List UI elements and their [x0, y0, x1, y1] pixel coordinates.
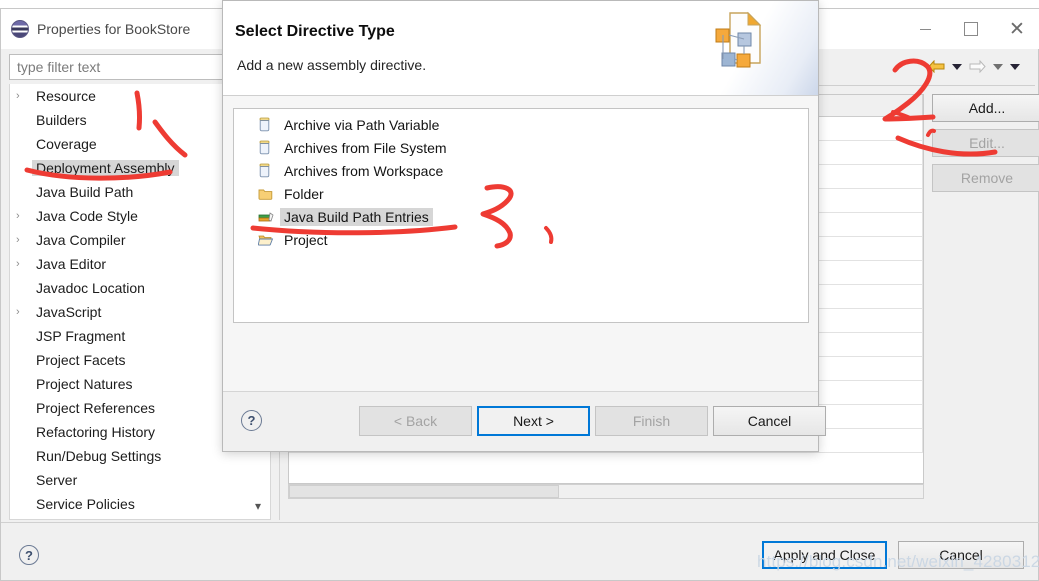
wizard-title: Select Directive Type	[235, 23, 395, 40]
sidebar-item-targeted-runtimes[interactable]: Targeted Runtimes	[10, 516, 270, 519]
select-directive-type-dialog: Select Directive Type Add a new assembly…	[222, 0, 826, 452]
table-action-buttons: Add... Edit... Remove	[932, 94, 1039, 199]
finish-button[interactable]: Finish	[595, 406, 708, 436]
sidebar-item-label: Builders	[36, 112, 87, 128]
chevron-right-icon[interactable]: ›	[16, 234, 32, 246]
sidebar-item-service-policies[interactable]: Service Policies	[10, 492, 270, 516]
horizontal-scrollbar[interactable]	[288, 484, 924, 499]
wizard-subtitle: Add a new assembly directive.	[237, 57, 427, 73]
help-icon[interactable]: ?	[19, 545, 39, 565]
chevron-right-icon[interactable]: ›	[16, 258, 32, 270]
directive-item-label: Archives from Workspace	[284, 162, 444, 179]
chevron-right-icon[interactable]: ›	[16, 90, 32, 102]
edit-button[interactable]: Edit...	[932, 129, 1039, 157]
directive-item-archive-via-path-variable[interactable]: Archive via Path Variable	[234, 113, 808, 136]
sidebar-item-label: Project Facets	[36, 352, 126, 368]
sidebar-item-label: Refactoring History	[36, 424, 156, 440]
directive-item-label: Folder	[284, 185, 324, 202]
caret-down-icon[interactable]	[952, 63, 962, 70]
assembly-directive-banner-icon	[708, 1, 818, 95]
eclipse-icon	[11, 20, 29, 38]
chevron-down-icon[interactable]: ▾	[248, 495, 268, 517]
arrow-back-icon[interactable]	[928, 60, 945, 73]
sidebar-item-label: Javadoc Location	[36, 280, 145, 296]
sidebar-item-label: Java Compiler	[36, 232, 126, 248]
sidebar-item-label: Project References	[36, 400, 156, 416]
caret-down-icon[interactable]	[993, 63, 1003, 70]
sidebar-item-label: Service Policies	[36, 496, 135, 512]
next-button[interactable]: Next >	[477, 406, 590, 436]
directive-item-folder[interactable]: Folder	[234, 182, 808, 205]
maximize-icon[interactable]	[948, 9, 994, 49]
wizard-header: Select Directive Type Add a new assembly…	[223, 1, 818, 96]
minimize-icon[interactable]	[902, 9, 948, 49]
pane-navigation	[928, 60, 1020, 73]
screenshot-root: Properties for BookStore ✕ type filter t…	[0, 0, 1039, 581]
directive-item-project[interactable]: Project	[234, 228, 808, 251]
java-build-path-icon	[258, 210, 280, 224]
sidebar-item-label: Resource	[36, 88, 96, 104]
filter-placeholder: type filter text	[17, 59, 101, 75]
add-button[interactable]: Add...	[932, 94, 1039, 122]
footer-divider	[1, 522, 1039, 523]
directive-item-label: Archive via Path Variable	[284, 116, 440, 133]
sidebar-item-label: Java Build Path	[36, 184, 134, 200]
window-title: Properties for BookStore	[37, 21, 191, 37]
open-folder-icon	[258, 233, 280, 246]
sidebar-item-label: Coverage	[36, 136, 97, 152]
directive-type-list[interactable]: Archive via Path Variable Archives from F…	[233, 108, 809, 323]
scrollbar-thumb[interactable]	[289, 485, 559, 498]
jar-icon	[258, 140, 280, 155]
directive-item-java-build-path-entries[interactable]: Java Build Path Entries	[234, 205, 808, 228]
jar-icon	[258, 117, 280, 132]
sidebar-item-label: Deployment Assembly	[32, 160, 179, 176]
close-icon[interactable]: ✕	[994, 9, 1039, 49]
window-controls: ✕	[902, 9, 1039, 49]
chevron-right-icon[interactable]: ›	[16, 306, 32, 318]
sidebar-item-label: Server	[36, 472, 78, 488]
cancel-button[interactable]: Cancel	[713, 406, 826, 436]
sidebar-item-label: JavaScript	[36, 304, 102, 320]
sidebar-item-label: Java Code Style	[36, 208, 138, 224]
remove-button[interactable]: Remove	[932, 164, 1039, 192]
jar-icon	[258, 163, 280, 178]
wizard-body: Archive via Path Variable Archives from F…	[223, 96, 818, 391]
sidebar-item-label: JSP Fragment	[36, 328, 126, 344]
sidebar-item-label: Project Natures	[36, 376, 133, 392]
caret-down-icon[interactable]	[1010, 63, 1020, 70]
sidebar-item-label: Java Editor	[36, 256, 107, 272]
directive-item-label: Java Build Path Entries	[280, 207, 433, 226]
sidebar-item-server[interactable]: Server	[10, 468, 270, 492]
directive-item-archives-from-file-system[interactable]: Archives from File System	[234, 136, 808, 159]
watermark: https://blog.csdn.net/weixin_42803127	[757, 552, 1039, 571]
directive-item-label: Project	[284, 231, 328, 248]
wizard-footer: ? < Back Next > Finish Cancel	[223, 391, 826, 451]
back-button[interactable]: < Back	[359, 406, 472, 436]
help-icon[interactable]: ?	[241, 410, 262, 431]
folder-icon	[258, 187, 280, 200]
directive-item-label: Archives from File System	[284, 139, 447, 156]
sidebar-item-label: Run/Debug Settings	[36, 448, 162, 464]
directive-item-archives-from-workspace[interactable]: Archives from Workspace	[234, 159, 808, 182]
arrow-forward-icon	[969, 60, 986, 73]
chevron-right-icon[interactable]: ›	[16, 210, 32, 222]
